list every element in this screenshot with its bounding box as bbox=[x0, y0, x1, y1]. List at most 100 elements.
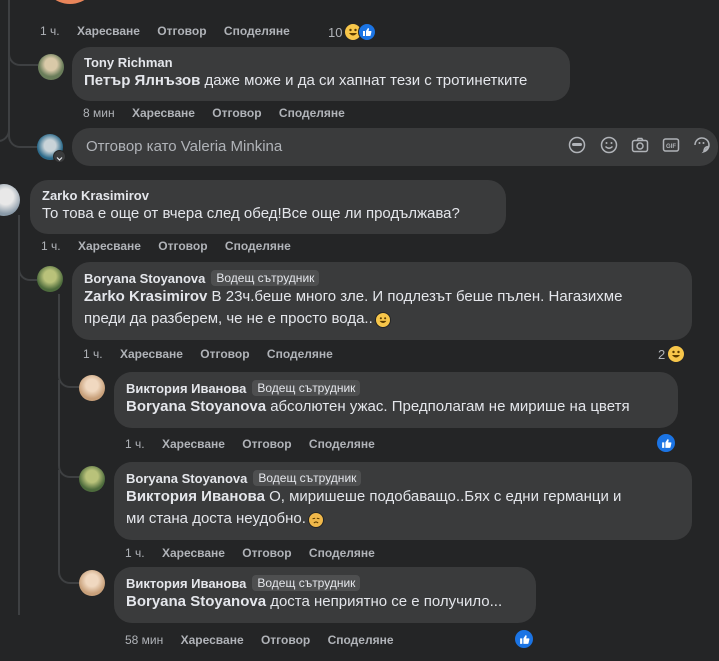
avatar-sticker-icon[interactable] bbox=[568, 136, 586, 154]
comment-author[interactable]: Zarko Krasimirov bbox=[42, 188, 494, 203]
reply-button[interactable]: Отговор bbox=[261, 633, 310, 647]
contributor-badge: Водещ сътрудник bbox=[253, 470, 362, 486]
comment-actions: 1 ч. Харесване Отговор Споделяне bbox=[125, 546, 389, 560]
like-reaction-icon bbox=[656, 433, 676, 453]
comment-actions: 58 мин Харесване Отговор Споделяне bbox=[125, 633, 408, 647]
timestamp[interactable]: 1 ч. bbox=[40, 24, 60, 38]
share-button[interactable]: Споделяне bbox=[279, 106, 345, 120]
comment-text: Виктория Иванова О, миришеше подобаващо.… bbox=[126, 486, 680, 508]
share-button[interactable]: Споделяне bbox=[328, 633, 394, 647]
avatar[interactable] bbox=[38, 54, 64, 80]
sad-emoji-icon bbox=[307, 512, 324, 528]
like-button[interactable]: Харесване bbox=[120, 347, 183, 361]
reaction-summary[interactable]: 10 bbox=[328, 22, 377, 42]
author-name[interactable]: Boryana Stoyanova bbox=[126, 471, 247, 486]
timestamp[interactable]: 1 ч. bbox=[41, 239, 61, 253]
sticker-icon[interactable] bbox=[693, 136, 711, 154]
timestamp[interactable]: 8 мин bbox=[83, 106, 115, 120]
comment-actions: 1 ч. Харесване Отговор Споделяне bbox=[41, 239, 305, 253]
comment-actions: 1 ч. Харесване Отговор Споделяне bbox=[83, 347, 347, 361]
contributor-badge: Водещ сътрудник bbox=[252, 575, 361, 591]
comment-body: О, миришеше подобаващо..Бях с едни герма… bbox=[264, 488, 622, 505]
comment-text: Boryana Stoyanova абсолютен ужас. Предпо… bbox=[126, 396, 666, 418]
comment-mention[interactable]: Петър Ялнъзов bbox=[84, 72, 200, 89]
comment-mention[interactable]: Виктория Иванова bbox=[126, 488, 265, 505]
comment-body: В 23ч.беше много зле. И подлезът беше пъ… bbox=[207, 288, 623, 305]
avatar[interactable] bbox=[79, 570, 105, 596]
chevron-down-icon[interactable] bbox=[53, 150, 66, 163]
comment-body: даже може и да си хапнат тези с тротинет… bbox=[200, 72, 528, 89]
author-name[interactable]: Boryana Stoyanova bbox=[84, 271, 205, 286]
reply-input[interactable] bbox=[84, 137, 558, 156]
like-reaction-icon bbox=[514, 629, 534, 649]
comment-mention[interactable]: Zarko Krasimirov bbox=[84, 288, 207, 305]
like-button[interactable]: Харесване bbox=[78, 239, 141, 253]
reaction-count: 2 bbox=[658, 346, 666, 362]
like-button[interactable]: Харесване bbox=[181, 633, 244, 647]
avatar[interactable] bbox=[79, 375, 105, 401]
camera-icon[interactable] bbox=[631, 136, 649, 154]
comment-text: То това е още от вчера след обед!Все още… bbox=[42, 203, 494, 225]
comment-text: ми стана доста неудобно. bbox=[126, 508, 680, 530]
reaction-summary[interactable] bbox=[656, 433, 676, 453]
comment-mention[interactable]: Boryana Stoyanova bbox=[126, 398, 266, 415]
comment-author: Виктория Иванова Водещ сътрудник bbox=[126, 380, 666, 396]
reply-button[interactable]: Отговор bbox=[157, 24, 206, 38]
thread-line bbox=[58, 380, 80, 478]
comment-body: доста неприятно се е получило... bbox=[266, 593, 503, 610]
gif-icon[interactable]: GIF bbox=[662, 136, 680, 154]
comment-actions: 8 мин Харесване Отговор Споделяне bbox=[83, 106, 359, 120]
comment-bubble: Boryana Stoyanova Водещ сътрудник Zarko K… bbox=[72, 262, 692, 340]
reply-button[interactable]: Отговор bbox=[158, 239, 207, 253]
avatar[interactable] bbox=[0, 184, 20, 216]
like-button[interactable]: Харесване bbox=[162, 546, 225, 560]
comment-author[interactable]: Tony Richman bbox=[84, 55, 558, 70]
reaction-summary[interactable]: 2 bbox=[658, 344, 686, 364]
reaction-summary[interactable] bbox=[514, 629, 534, 649]
share-button[interactable]: Споделяне bbox=[309, 437, 375, 451]
reply-button[interactable]: Отговор bbox=[200, 347, 249, 361]
reaction-count: 10 bbox=[328, 24, 343, 40]
reply-button[interactable]: Отговор bbox=[212, 106, 261, 120]
comment-body: То това е още от вчера след обед!Все още… bbox=[42, 205, 460, 222]
timestamp[interactable]: 1 ч. bbox=[125, 437, 145, 451]
author-name[interactable]: Виктория Иванова bbox=[126, 576, 246, 591]
thread-line bbox=[8, 40, 38, 66]
like-button[interactable]: Харесване bbox=[162, 437, 225, 451]
like-button[interactable]: Харесване bbox=[132, 106, 195, 120]
avatar[interactable] bbox=[79, 466, 105, 492]
thread-line bbox=[8, 64, 38, 148]
thread-line bbox=[58, 470, 80, 584]
share-button[interactable]: Споделяне bbox=[267, 347, 333, 361]
comment-bubble: Tony Richman Петър Ялнъзов даже може и д… bbox=[72, 47, 570, 101]
svg-text:GIF: GIF bbox=[666, 144, 676, 150]
comment-body: ми стана доста неудобно. bbox=[126, 510, 306, 527]
contributor-badge: Водещ сътрудник bbox=[252, 380, 361, 396]
reply-button[interactable]: Отговор bbox=[242, 546, 291, 560]
avatar[interactable] bbox=[37, 266, 63, 292]
haha-reaction-icon bbox=[667, 345, 686, 363]
emoji-icon[interactable] bbox=[600, 136, 618, 154]
reply-button[interactable]: Отговор bbox=[242, 437, 291, 451]
comment-bubble: Виктория Иванова Водещ сътрудник Boryana … bbox=[114, 372, 678, 428]
comment-author: Виктория Иванова Водещ сътрудник bbox=[126, 575, 524, 591]
author-name[interactable]: Виктория Иванова bbox=[126, 381, 246, 396]
like-reaction-icon bbox=[358, 23, 377, 41]
timestamp[interactable]: 1 ч. bbox=[83, 347, 103, 361]
comment-mention[interactable]: Boryana Stoyanova bbox=[126, 593, 266, 610]
comment-text: Zarko Krasimirov В 23ч.беше много зле. И… bbox=[84, 286, 680, 308]
comment-body: абсолютен ужас. Предполагам не мирише на… bbox=[266, 398, 630, 415]
like-button[interactable]: Харесване bbox=[77, 24, 140, 38]
reply-composer: GIF bbox=[72, 128, 718, 166]
comment-bubble: Zarko Krasimirov То това е още от вчера … bbox=[30, 180, 506, 234]
timestamp[interactable]: 1 ч. bbox=[125, 546, 145, 560]
share-button[interactable]: Споделяне bbox=[224, 24, 290, 38]
thread-line bbox=[18, 255, 38, 281]
comment-actions: 1 ч. Харесване Отговор Споделяне bbox=[125, 437, 389, 451]
share-button[interactable]: Споделяне bbox=[309, 546, 375, 560]
comment-text: Boryana Stoyanova доста неприятно се е п… bbox=[126, 591, 524, 613]
contributor-badge: Водещ сътрудник bbox=[211, 270, 320, 286]
comment-body: преди да разберем, че не е просто вода.. bbox=[84, 310, 373, 327]
timestamp[interactable]: 58 мин bbox=[125, 633, 163, 647]
share-button[interactable]: Споделяне bbox=[225, 239, 291, 253]
